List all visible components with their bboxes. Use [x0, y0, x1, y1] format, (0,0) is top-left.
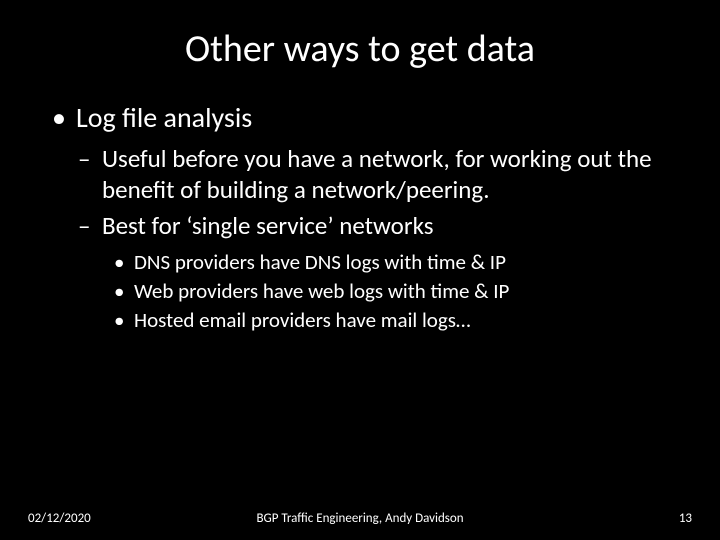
footer-center: BGP Traffic Engineering, Andy Davidson	[0, 511, 720, 526]
bullet-level3: Web providers have web logs with time & …	[114, 278, 670, 305]
slide-title: Other ways to get data	[0, 0, 720, 82]
bullet-level3: DNS providers have DNS logs with time & …	[114, 249, 670, 276]
bullet-level2: Useful before you have a network, for wo…	[78, 143, 670, 206]
slide: Other ways to get data Log file analysis…	[0, 0, 720, 540]
slide-body: Log file analysis Useful before you have…	[0, 82, 720, 335]
bullet-level3-group: DNS providers have DNS logs with time & …	[50, 249, 670, 335]
bullet-level2: Best for ‘single service’ networks	[78, 210, 670, 241]
bullet-level3: Hosted email providers have mail logs…	[114, 307, 670, 334]
bullet-level1: Log file analysis	[50, 100, 670, 135]
footer-page-number: 13	[679, 511, 692, 526]
